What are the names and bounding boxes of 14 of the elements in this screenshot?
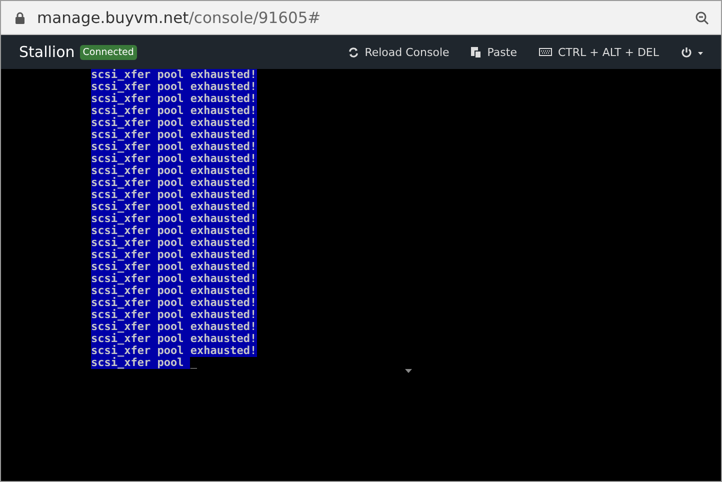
keyboard-button[interactable]: CTRL + ALT + DEL [539,46,659,58]
caret-icon [405,369,412,373]
console-title: Stallion [19,43,75,61]
zoom-out-icon[interactable] [695,10,709,24]
power-button[interactable] [681,46,703,58]
power-icon [681,46,703,58]
status-badge: Connected [80,44,137,60]
paste-icon [471,46,482,58]
reload-button[interactable]: Reload Console [348,46,450,58]
keyboard-icon [539,48,552,56]
text-cursor: _ [190,357,197,369]
lock-icon [15,12,25,24]
reload-icon [348,46,359,58]
paste-button[interactable]: Paste [471,46,517,58]
